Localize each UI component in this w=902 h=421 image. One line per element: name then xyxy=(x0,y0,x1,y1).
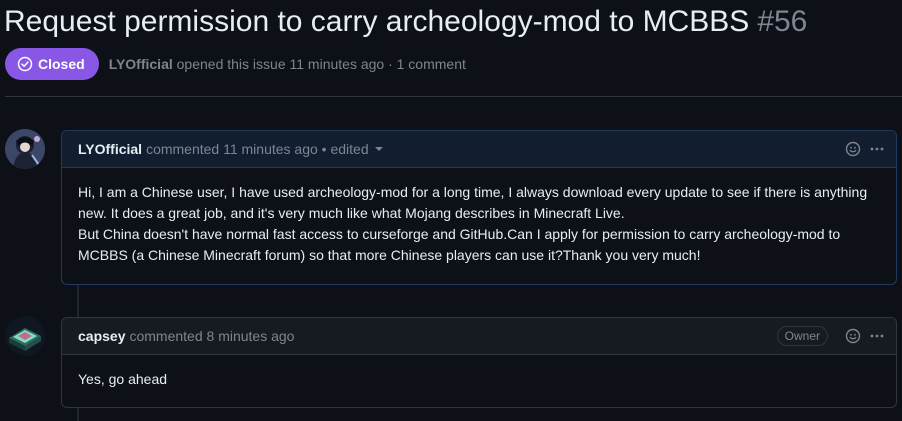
issue-number: #56 xyxy=(757,5,808,38)
smiley-icon[interactable] xyxy=(844,140,862,158)
issue-meta-text: LYOfficial opened this issue 11 minutes … xyxy=(109,56,466,72)
smiley-icon[interactable] xyxy=(844,327,862,345)
comment-header: capsey commented 8 minutes ago Owner xyxy=(62,318,896,355)
avatar[interactable] xyxy=(5,129,45,169)
owner-badge: Owner xyxy=(776,326,828,346)
state-label: Closed xyxy=(38,56,85,72)
comment-header: LYOfficial commented 11 minutes ago • ed… xyxy=(62,131,896,168)
comment-paragraph: Hi, I am a Chinese user, I have used arc… xyxy=(78,184,868,221)
comment-paragraph: But China doesn't have normal fast acces… xyxy=(78,226,841,263)
comment-body: Hi, I am a Chinese user, I have used arc… xyxy=(62,168,896,280)
comment-card: LYOfficial commented 11 minutes ago • ed… xyxy=(61,130,897,285)
issue-opened-text: opened this issue 11 minutes ago · 1 com… xyxy=(176,56,466,72)
issue-author-link[interactable]: LYOfficial xyxy=(109,56,173,72)
issue-title-text: Request permission to carry archeology-m… xyxy=(4,5,750,38)
issue-meta: Closed LYOfficial opened this issue 11 m… xyxy=(5,48,466,80)
avatar[interactable] xyxy=(5,316,45,356)
header-divider xyxy=(5,96,902,97)
comment-author-link[interactable]: LYOfficial xyxy=(78,141,142,157)
comment-meta: commented 11 minutes ago • edited xyxy=(146,141,369,157)
comment-paragraph: Yes, go ahead xyxy=(78,371,168,387)
issue-title: Request permission to carry archeology-m… xyxy=(4,2,807,42)
comment-body: Yes, go ahead xyxy=(62,355,896,404)
triangle-down-icon[interactable] xyxy=(374,147,383,151)
kebab-horizontal-icon[interactable] xyxy=(868,140,886,158)
comment-meta: commented 8 minutes ago xyxy=(129,328,295,344)
circle-check-icon xyxy=(17,56,33,72)
kebab-horizontal-icon[interactable] xyxy=(868,327,886,345)
comment-author-link[interactable]: capsey xyxy=(78,328,125,344)
comment-card: capsey commented 8 minutes ago Owner Yes… xyxy=(61,317,897,408)
state-badge: Closed xyxy=(5,48,99,80)
